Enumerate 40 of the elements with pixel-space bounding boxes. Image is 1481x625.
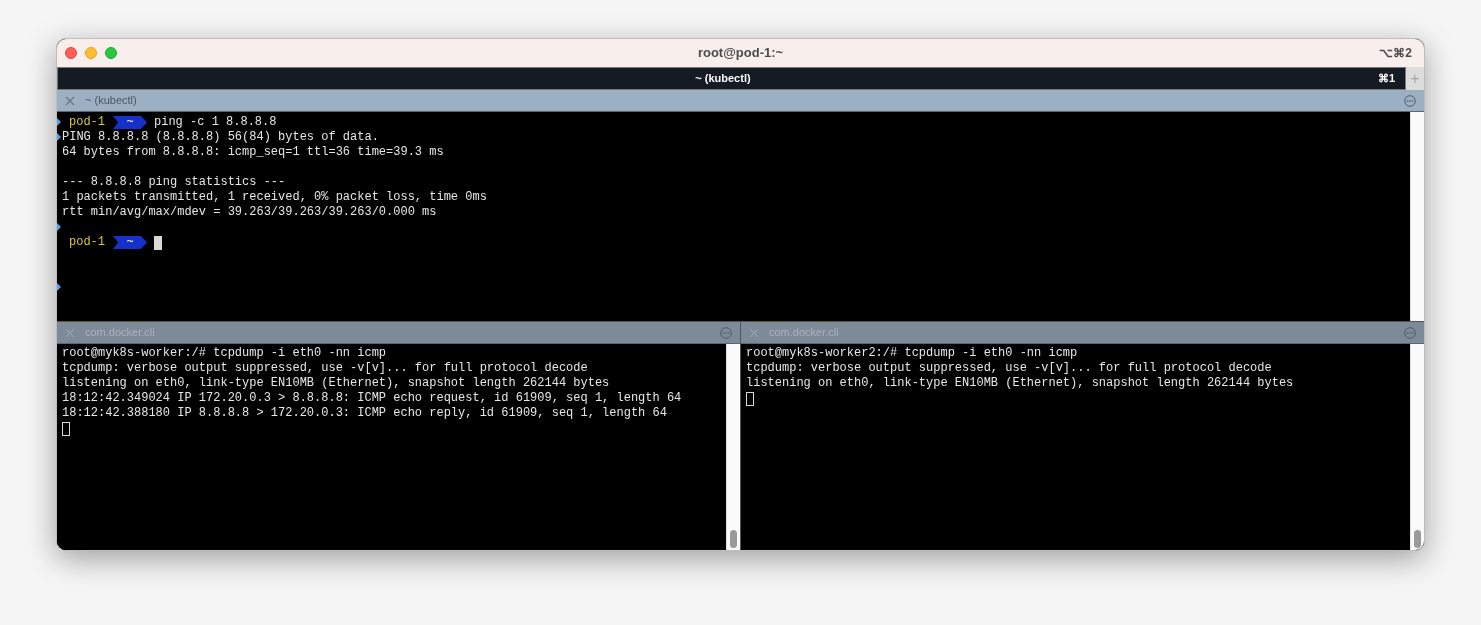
more-icon[interactable]	[1404, 94, 1416, 107]
output-line: --- 8.8.8.8 ping statistics ---	[62, 175, 286, 190]
zoom-button[interactable]	[105, 47, 117, 59]
output-line: 1 packets transmitted, 1 received, 0% packet loss, time 0ms	[62, 190, 487, 205]
scrollbar[interactable]	[1410, 344, 1424, 550]
close-button[interactable]	[65, 47, 77, 59]
prompt-host: pod-1	[69, 115, 105, 130]
output-line: 18:12:42.349024 IP 172.20.0.3 > 8.8.8.8: ICMP echo request, id 61909, seq 1, length 64	[62, 391, 682, 406]
scrollbar[interactable]	[1410, 112, 1424, 321]
pane-title: ~ (kubectl)	[85, 93, 137, 109]
output-line: 64 bytes from 8.8.8.8: icmp_seq=1 ttl=36 time=39.3 ms	[62, 145, 444, 160]
output-line: 18:12:42.388180 IP 8.8.8.8 > 172.20.0.3: ICMP echo reply, id 61909, seq 1, length 64	[62, 406, 667, 421]
output-line: rtt min/avg/max/mdev = 39.263/39.263/39.263/0.000 ms	[62, 205, 437, 220]
tab-shortcut: ⌘1	[1377, 71, 1395, 87]
more-icon[interactable]	[720, 326, 732, 339]
output-line: tcpdump: verbose output suppressed, use -v[v]... for full protocol decode	[746, 361, 1272, 376]
tab[interactable]: ~ (kubectl) ⌘1	[57, 67, 1406, 90]
scrollbar[interactable]	[726, 344, 740, 550]
output-line: PING 8.8.8.8 (8.8.8.8) 56(84) bytes of data.	[62, 130, 379, 145]
terminal-pane[interactable]	[57, 344, 726, 550]
prompt-directory: ~	[113, 236, 147, 249]
tab-label: ~ (kubectl)	[695, 71, 751, 87]
output-line: listening on eth0, link-type EN10MB (Ethernet), snapshot length 262144 bytes	[746, 376, 1294, 391]
more-icon[interactable]	[1404, 326, 1416, 339]
close-icon[interactable]	[749, 327, 759, 338]
window-title: root@pod-1:~	[697, 44, 784, 63]
close-icon[interactable]	[65, 95, 75, 106]
terminal-pane[interactable]: root@myk8s-worker2:/# tcpdump -i eth0 -nn icmp tcpdump: verbose output suppressed, use -v[v]... for full protocol decode listening on eth0, link-type EN10MB (Ethernet), snapshot length 262144 bytes	[741, 344, 1410, 550]
prompt-directory: ~	[113, 116, 147, 129]
output-line: listening on eth0, link-type EN10MB (Ethernet), snapshot length 262144 bytes	[62, 376, 610, 391]
command-text: ping -c 1 8.8.8.8	[154, 115, 277, 130]
output-line: tcpdump: verbose output suppressed, use -v[v]... for full protocol decode	[62, 361, 588, 376]
window-shortcut: ⌥⌘2	[1379, 45, 1412, 62]
minimize-button[interactable]	[85, 47, 97, 59]
output-line: root@myk8s-worker:/# tcpdump -i eth0 -nn icmp	[62, 346, 387, 361]
output-line: root@myk8s-worker2:/# tcpdump -i eth0 -nn icmp	[746, 346, 1078, 361]
prompt-host: pod-1	[69, 235, 105, 250]
close-icon[interactable]	[65, 327, 75, 338]
scrollbar-thumb[interactable]	[1414, 530, 1421, 548]
scrollbar-thumb[interactable]	[730, 530, 737, 548]
